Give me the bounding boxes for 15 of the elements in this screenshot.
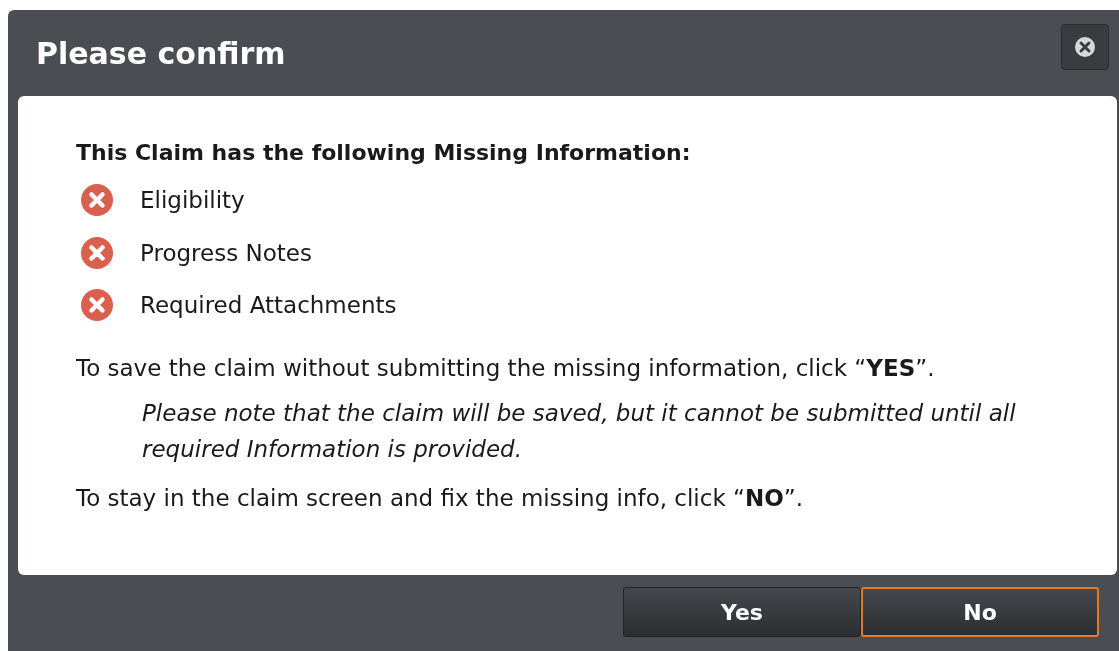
- error-icon: [80, 235, 114, 270]
- error-icon: [80, 183, 114, 218]
- note-text: Please note that the claim will be saved, but it cannot be submitted until all required Information is provided.: [141, 399, 1017, 464]
- dialog-button[interactable]: Yes: [623, 587, 861, 637]
- yes-instruction: To save the claim without submitting the missing information, click “YES”.: [76, 353, 936, 383]
- dialog-title: Please confirm: [36, 34, 286, 73]
- close-button[interactable]: [1061, 24, 1109, 70]
- missing-item: Progress Notes: [140, 238, 312, 268]
- missing-item: Eligibility: [140, 186, 245, 215]
- dialog-button[interactable]: No: [861, 587, 1099, 637]
- error-icon: [80, 288, 114, 323]
- missing-info-heading: This Claim has the following Missing Information:: [76, 139, 692, 167]
- no-instruction: To stay in the claim screen and fix the missing info, click “NO”.: [76, 484, 804, 513]
- missing-item: Required Attachments: [140, 291, 397, 320]
- close-icon: [1074, 36, 1096, 58]
